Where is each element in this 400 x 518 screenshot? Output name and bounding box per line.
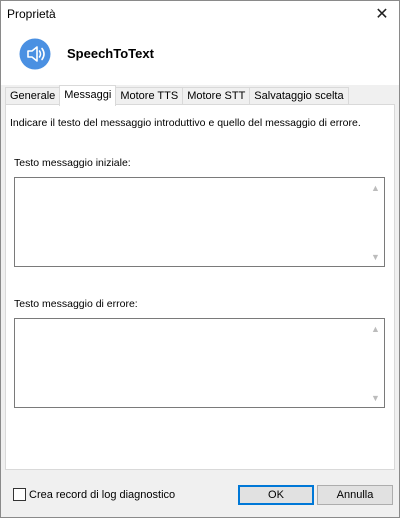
tab-salvataggio-scelta[interactable]: Salvataggio scelta [249,87,349,105]
dialog-header: SpeechToText [1,27,399,85]
log-checkbox[interactable] [13,488,26,501]
tab-motore-tts[interactable]: Motore TTS [115,87,184,105]
initial-message-textarea[interactable]: ▲ ▼ [14,177,385,267]
window-title: Proprietà [7,7,56,21]
tab-strip: Generale Messaggi Motore TTS Motore STT … [5,85,349,106]
speaker-icon [19,38,51,70]
scroll-down-icon[interactable]: ▼ [367,389,384,406]
tab-motore-stt[interactable]: Motore STT [182,87,251,105]
messages-panel: Indicare il testo del messaggio introdut… [5,104,395,470]
initial-message-scrollbar[interactable]: ▲ ▼ [367,178,384,266]
tab-generale[interactable]: Generale [5,87,61,105]
error-message-label: Testo messaggio di errore: [14,298,138,310]
error-message-textarea[interactable]: ▲ ▼ [14,318,385,408]
close-icon: ✕ [375,6,389,23]
scroll-down-icon[interactable]: ▼ [367,248,384,265]
app-name: SpeechToText [67,46,154,61]
log-checkbox-label[interactable]: Crea record di log diagnostico [29,489,175,501]
ok-button[interactable]: OK [238,485,314,505]
initial-message-label: Testo messaggio iniziale: [14,157,131,169]
error-message-scrollbar[interactable]: ▲ ▼ [367,319,384,407]
panel-description: Indicare il testo del messaggio introdut… [10,117,361,129]
close-button[interactable]: ✕ [365,1,399,27]
cancel-button[interactable]: Annulla [317,485,393,505]
log-checkbox-row[interactable]: Crea record di log diagnostico [13,488,175,501]
properties-dialog: Proprietà ✕ SpeechToText Generale Messag… [0,0,400,518]
tab-messaggi[interactable]: Messaggi [59,85,117,106]
title-bar[interactable]: Proprietà ✕ [1,1,399,27]
scroll-up-icon[interactable]: ▲ [367,179,384,196]
scroll-up-icon[interactable]: ▲ [367,320,384,337]
